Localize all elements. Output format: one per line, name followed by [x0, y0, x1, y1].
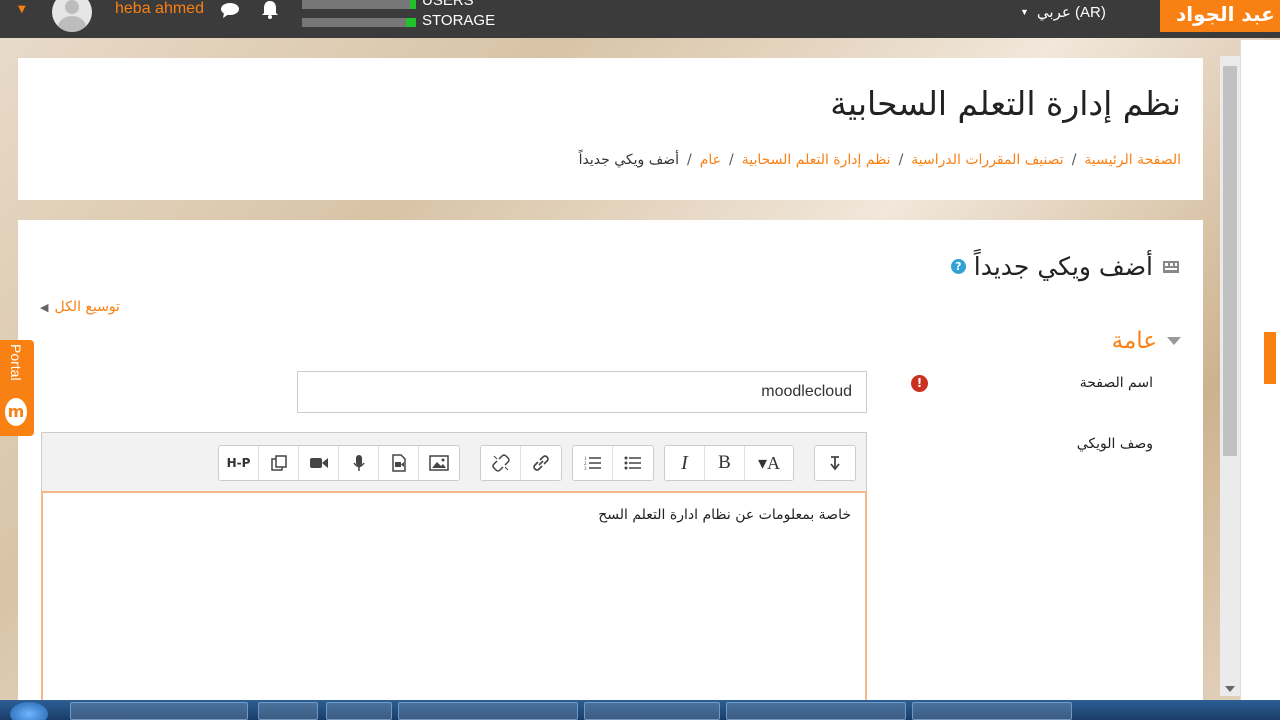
expand-all-label: توسيع الكل: [54, 299, 120, 315]
language-selector[interactable]: ▼ عربي (AR): [1020, 3, 1106, 21]
ordered-list-button[interactable]: 123: [573, 446, 613, 480]
toolbar-group-toggle: [814, 445, 856, 481]
image-icon: [429, 455, 449, 471]
side-panel-marker: [1264, 332, 1276, 384]
toolbar-group-links: [480, 445, 562, 481]
form-heading-text: أضف ويكي جديداً: [973, 252, 1153, 281]
taskbar-chrome[interactable]: [398, 702, 578, 720]
taskbar-ie[interactable]: [326, 702, 392, 720]
users-quota-label: USERS: [422, 0, 474, 9]
toolbar-group-formatting: I B ▾A: [664, 445, 794, 481]
font-style-button[interactable]: ▾A: [745, 446, 793, 480]
taskbar-word[interactable]: [726, 702, 906, 720]
insert-video-button[interactable]: [299, 446, 339, 480]
portal-label: Portal: [8, 344, 24, 381]
messages-icon[interactable]: [220, 2, 240, 18]
notifications-bell-icon[interactable]: [260, 0, 280, 20]
taskbar-firefox[interactable]: [584, 702, 720, 720]
wiki-description-editor[interactable]: خاصة بمعلومات عن نظام ادارة التعلم السح: [41, 491, 867, 706]
expand-all-link[interactable]: توسيع الكل ◀: [40, 299, 120, 315]
users-quota-bar: [302, 0, 416, 9]
site-name-badge[interactable]: أحمد عبد الجواد: [1160, 0, 1280, 32]
storage-quota-label: STORAGE: [422, 12, 496, 29]
page-name-label: اسم الصفحة: [1079, 375, 1153, 391]
language-label: عربي (AR): [1036, 4, 1106, 21]
caret-left-icon: ◀: [40, 300, 49, 314]
toolbar-group-lists: 123: [572, 445, 654, 481]
scroll-down-arrow-icon[interactable]: [1225, 686, 1235, 692]
scrollbar-thumb[interactable]: [1223, 66, 1237, 456]
record-video-button[interactable]: [379, 446, 419, 480]
page-header: نظم إدارة التعلم السحابية الصفحة الرئيسي…: [18, 58, 1203, 200]
help-icon[interactable]: ?: [950, 259, 966, 274]
editor-content: خاصة بمعلومات عن نظام ادارة التعلم السح: [598, 507, 851, 523]
unlink-icon: [491, 454, 510, 472]
required-icon: !: [911, 375, 928, 392]
insert-image-button[interactable]: [419, 446, 459, 480]
taskbar-recorder[interactable]: [912, 702, 1072, 720]
h5p-label: H-P: [226, 456, 251, 470]
video-file-icon: [391, 454, 406, 472]
section-general-label: عامة: [1111, 328, 1157, 354]
breadcrumb-separator: /: [729, 152, 734, 168]
storage-quota-bar: [302, 18, 416, 27]
breadcrumb: الصفحة الرئيسية / تصنيف المقررات الدراسية /…: [579, 152, 1181, 168]
font-style-label: ▾A: [757, 452, 781, 473]
unordered-list-button[interactable]: [613, 446, 653, 480]
section-general-toggle[interactable]: عامة: [1112, 328, 1181, 354]
expand-toolbar-icon: [830, 456, 840, 471]
svg-text:3: 3: [584, 467, 587, 471]
breadcrumb-current: أضف ويكي جديداً: [578, 152, 680, 168]
user-menu-caret-icon[interactable]: ▼: [18, 4, 26, 15]
breadcrumb-course[interactable]: نظم إدارة التعلم السحابية: [742, 152, 891, 168]
user-avatar[interactable]: [52, 0, 92, 32]
breadcrumb-separator: /: [898, 152, 904, 168]
bold-button[interactable]: B: [705, 446, 745, 480]
toolbar-group-media: H-P: [218, 445, 460, 481]
record-audio-button[interactable]: [339, 446, 379, 480]
page-scrollbar[interactable]: [1220, 56, 1240, 696]
taskbar-explorer[interactable]: [70, 702, 248, 720]
moodle-logo-icon: m: [5, 398, 27, 426]
show-more-buttons[interactable]: [815, 446, 855, 480]
video-icon: [309, 458, 328, 468]
breadcrumb-course-categories[interactable]: تصنيف المقررات الدراسية: [911, 152, 1063, 168]
microphone-icon: [352, 455, 365, 471]
editor-toolbar: H-P 1 2 3 I B ▾A: [41, 432, 867, 492]
page-name-input[interactable]: [297, 371, 867, 413]
form-heading: أضف ويكي جديداً ?: [950, 252, 1181, 281]
breadcrumb-home[interactable]: الصفحة الرئيسية: [1084, 152, 1181, 168]
taskbar-skype[interactable]: [258, 702, 318, 720]
h5p-button[interactable]: H-P: [219, 446, 259, 480]
breadcrumb-general[interactable]: عام: [700, 152, 721, 168]
ordered-list-icon: 123: [584, 457, 601, 471]
collapse-caret-icon: [1167, 337, 1181, 345]
username[interactable]: heba ahmed: [115, 0, 204, 18]
bold-label: B: [718, 452, 731, 473]
unordered-list-icon: [624, 456, 641, 470]
copy-files-icon: [270, 455, 287, 471]
link-button[interactable]: [521, 446, 561, 480]
start-button-icon[interactable]: [10, 702, 48, 720]
breadcrumb-separator: /: [1071, 152, 1077, 168]
portal-tab[interactable]: Portal m: [0, 340, 34, 436]
manage-files-button[interactable]: [259, 446, 299, 480]
chevron-down-icon: ▼: [1020, 7, 1029, 17]
link-icon: [533, 455, 549, 471]
wiki-icon: [1163, 260, 1179, 273]
italic-label: I: [681, 451, 688, 474]
os-taskbar: [0, 700, 1280, 720]
page-title: نظم إدارة التعلم السحابية: [830, 84, 1181, 123]
unlink-button[interactable]: [481, 446, 521, 480]
main-content: أضف ويكي جديداً ? توسيع الكل ◀ عامة اسم …: [18, 220, 1203, 706]
italic-button[interactable]: I: [665, 446, 705, 480]
breadcrumb-separator: /: [687, 152, 692, 168]
top-navbar: ▼ heba ahmed USERS STORAGE ▼ عربي (AR) أح…: [0, 0, 1280, 38]
wiki-description-label: وصف الويكي: [1076, 436, 1153, 452]
